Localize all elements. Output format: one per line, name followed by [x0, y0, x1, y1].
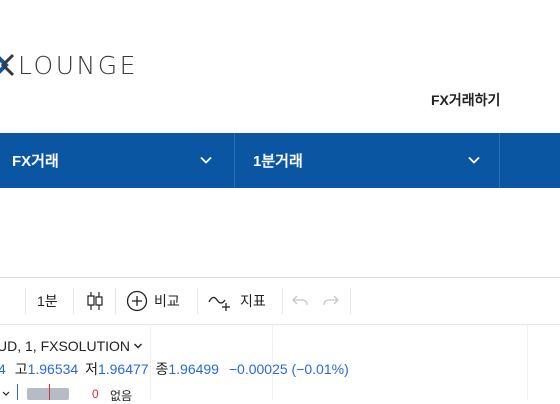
high-label: 고 — [14, 361, 28, 377]
toolbar-divider — [350, 288, 351, 314]
interval-button[interactable]: 1분 — [37, 278, 58, 324]
chevron-down-icon — [468, 156, 480, 164]
close-value: 1.96499 — [168, 361, 219, 377]
fx-trade-link[interactable]: FX거래하기 — [431, 90, 500, 110]
logo[interactable]: LOUNGE — [0, 50, 138, 80]
nav-item-label: FX거래 — [12, 153, 59, 170]
cursor-line — [17, 384, 18, 400]
logo-text: LOUNGE — [18, 50, 138, 80]
plus-circle-icon — [126, 290, 148, 312]
symbol-text: UD, 1, FXSOLUTION — [0, 338, 131, 354]
nav-item-label: 1분거래 — [253, 153, 303, 170]
main-nav: FX거래 1분거래 — [0, 133, 560, 188]
candlestick-icon — [87, 292, 103, 310]
low-value: 1.96477 — [97, 361, 149, 377]
close-label: 종 — [155, 361, 169, 377]
undo-button[interactable] — [292, 278, 308, 324]
ohlc-readout: 4 고1.96534 저1.96477 종1.96499 −0.00025 (−… — [0, 359, 349, 379]
study-row: 0 없음 — [0, 384, 200, 403]
chart-toolbar: 1분 비교 지표 — [0, 278, 560, 325]
chevron-down-icon — [2, 391, 10, 396]
redo-button[interactable] — [323, 278, 339, 324]
nav-item-fx-trade[interactable]: FX거래 — [0, 133, 232, 188]
chevron-down-icon — [134, 343, 143, 349]
change-value: −0.00025 (−0.01%) — [228, 361, 349, 377]
toolbar-divider — [25, 288, 26, 314]
undo-icon — [292, 295, 308, 306]
study-value: 0 — [92, 387, 99, 401]
cursor-line-red — [49, 384, 50, 400]
nav-item-1min-trade[interactable]: 1분거래 — [234, 133, 500, 188]
study-controls[interactable] — [27, 388, 69, 400]
toolbar-divider — [73, 288, 74, 314]
chart-symbol[interactable]: UD, 1, FXSOLUTION — [0, 338, 143, 354]
indicator-icon — [208, 296, 230, 311]
indicators-label: 지표 — [240, 293, 266, 309]
chart-type-button[interactable] — [86, 278, 104, 324]
compare-button[interactable]: 비교 — [126, 278, 180, 324]
grid-line — [527, 324, 528, 400]
study-text: 없음 — [110, 389, 133, 403]
chevron-down-icon — [200, 156, 212, 164]
high-value: 1.96534 — [27, 361, 79, 377]
compare-label: 비교 — [154, 293, 180, 309]
low-label: 저 — [85, 361, 98, 377]
redo-icon — [323, 295, 339, 306]
toolbar-divider — [282, 288, 283, 314]
toolbar-divider — [115, 288, 116, 314]
logo-x-icon — [0, 53, 14, 77]
indicators-button[interactable]: 지표 — [208, 278, 266, 324]
toolbar-divider — [197, 288, 198, 314]
nav-item-more[interactable] — [499, 133, 560, 188]
open-value: 4 — [0, 361, 6, 377]
